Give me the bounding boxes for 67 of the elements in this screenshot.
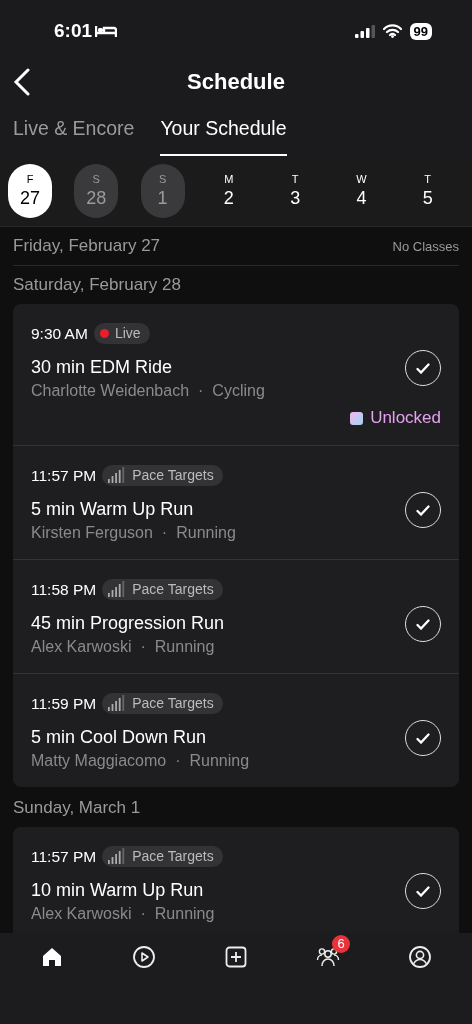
class-tag: Pace Targets [102, 579, 223, 600]
class-tag: Pace Targets [102, 693, 223, 714]
signal-icon [354, 24, 375, 38]
day-heading: Friday, February 27 [13, 236, 162, 256]
separator-dot: · [161, 524, 168, 542]
notification-badge: 6 [332, 935, 350, 953]
class-tag: Pace Targets [102, 846, 223, 867]
day-button[interactable]: W 4 [339, 164, 384, 218]
class-title: 5 min Warm Up Run [31, 499, 194, 520]
class-title: 30 min EDM Ride [31, 357, 173, 378]
bars-icon [108, 581, 127, 597]
instructor-name: Kirsten Ferguson [31, 524, 153, 542]
class-time: 11:57 PM [31, 466, 97, 485]
separator-dot: · [140, 638, 146, 656]
profile-tab-button[interactable] [408, 945, 432, 969]
back-button[interactable] [12, 68, 32, 96]
community-tab-button[interactable] [316, 945, 340, 969]
day-button[interactable]: T 3 [273, 164, 318, 218]
play-tab-button[interactable] [132, 945, 156, 969]
class-time: 11:59 PM [31, 694, 97, 713]
day-heading: Saturday, February 28 [13, 275, 182, 295]
checkmark-icon [416, 362, 430, 374]
checkmark-icon [416, 885, 430, 897]
checkmark-icon [416, 504, 430, 516]
status-time: 6:01 [54, 20, 93, 42]
live-dot-icon [99, 328, 109, 338]
bars-icon [108, 695, 127, 711]
instructor-name: Alex Karwoski [31, 905, 132, 923]
discipline-label: Running [176, 524, 236, 542]
day-button[interactable]: T 5 [405, 164, 450, 218]
bars-icon [108, 848, 127, 864]
checkmark-icon [416, 618, 430, 630]
class-tag: Live [93, 323, 150, 344]
class-time: 9:30 AM [31, 324, 88, 343]
class-time: 11:57 PM [31, 847, 97, 866]
instructor-name: Matty Maggiacomo [31, 752, 167, 770]
battery-indicator: 99 [409, 22, 432, 40]
instructor-name: Alex Karwoski [31, 638, 132, 656]
home-tab-button[interactable] [40, 945, 64, 969]
class-time: 11:58 PM [31, 580, 97, 599]
separator-dot: · [175, 752, 181, 770]
class-title: 10 min Warm Up Run [31, 880, 204, 901]
checkmark-icon [416, 732, 430, 744]
screen-title: Schedule [187, 69, 285, 95]
unlocked-label: Unlocked [370, 408, 441, 428]
wifi-icon [382, 24, 402, 38]
separator-dot: · [140, 905, 146, 923]
day-button[interactable]: S 28 [74, 164, 119, 218]
instructor-name: Charlotte Weidenbach [31, 382, 190, 400]
class-title: 45 min Progression Run [31, 613, 225, 634]
add-tab-button[interactable] [224, 945, 248, 969]
class-tag: Pace Targets [102, 465, 223, 486]
day-button[interactable]: M 2 [206, 164, 251, 218]
day-button[interactable]: S 1 [140, 164, 185, 218]
unlock-gem-icon [350, 411, 364, 425]
tab[interactable]: Live & Encore [13, 110, 135, 156]
no-classes-note: No Classes [392, 238, 459, 254]
discipline-label: Running [189, 752, 250, 770]
discipline-label: Running [154, 905, 215, 923]
day-heading: Sunday, March 1 [13, 798, 142, 818]
separator-dot: · [198, 382, 204, 400]
bed-icon [95, 24, 118, 38]
discipline-label: Cycling [212, 382, 265, 400]
discipline-label: Running [154, 638, 215, 656]
day-button[interactable]: F 27 [8, 164, 52, 218]
class-title: 5 min Cool Down Run [31, 727, 207, 748]
bars-icon [108, 467, 127, 483]
